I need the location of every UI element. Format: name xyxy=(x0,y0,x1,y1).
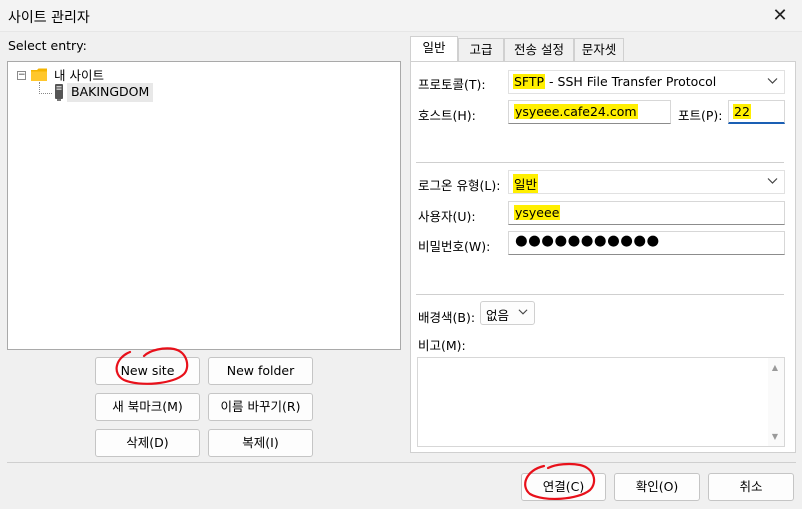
logon-type-select[interactable]: 일반 xyxy=(508,170,785,194)
host-value: ysyeee.cafe24.com xyxy=(514,104,638,119)
protocol-value-rest: - SSH File Transfer Protocol xyxy=(545,74,717,89)
tab-charset[interactable]: 문자셋 xyxy=(574,38,624,62)
tree-root-label[interactable]: 내 사이트 xyxy=(54,65,104,84)
chevron-down-icon xyxy=(518,306,530,320)
port-input[interactable]: 22 xyxy=(728,100,785,124)
bgcolor-label: 배경색(B): xyxy=(418,310,476,325)
chevron-down-icon xyxy=(767,175,779,189)
tab-general[interactable]: 일반 xyxy=(410,36,458,62)
delete-button[interactable]: 삭제(D) xyxy=(95,429,200,457)
user-label: 사용자(U): xyxy=(418,209,476,224)
password-input[interactable]: ●●●●●●●●●●● xyxy=(508,231,785,255)
new-site-button[interactable]: New site xyxy=(95,357,200,385)
protocol-select[interactable]: SFTP - SSH File Transfer Protocol xyxy=(508,70,785,94)
close-icon[interactable]: ✕ xyxy=(768,4,792,28)
bgcolor-value: 없음 xyxy=(486,308,510,323)
user-input[interactable]: ysyeee xyxy=(508,201,785,225)
host-input[interactable]: ysyeee.cafe24.com xyxy=(508,100,671,124)
ok-button[interactable]: 확인(O) xyxy=(614,473,700,501)
cancel-button[interactable]: 취소 xyxy=(708,473,794,501)
rename-button[interactable]: 이름 바꾸기(R) xyxy=(208,393,313,421)
folder-icon xyxy=(31,68,47,81)
comments-label: 비고(M): xyxy=(418,338,466,353)
chevron-down-icon xyxy=(767,75,779,89)
comments-scrollbar[interactable]: ▲ ▼ xyxy=(768,358,784,446)
protocol-label: 프로토콜(T): xyxy=(418,77,486,92)
user-value: ysyeee xyxy=(514,205,561,220)
tab-transfer-settings[interactable]: 전송 설정 xyxy=(504,38,574,62)
tree-item-label: BAKINGDOM xyxy=(71,84,150,99)
title-bar xyxy=(0,0,802,32)
port-label: 포트(P): xyxy=(678,108,723,123)
new-bookmark-button[interactable]: 새 북마크(M) xyxy=(95,393,200,421)
logon-type-value: 일반 xyxy=(513,174,539,193)
tab-advanced[interactable]: 고급 xyxy=(458,38,504,62)
bgcolor-select[interactable]: 없음 xyxy=(480,301,535,325)
footer-separator xyxy=(7,462,796,463)
port-value: 22 xyxy=(733,104,751,119)
password-mask: ●●●●●●●●●●● xyxy=(515,233,660,249)
password-label: 비밀번호(W): xyxy=(418,239,491,254)
select-entry-label: Select entry: xyxy=(8,38,87,53)
scroll-down-icon[interactable]: ▼ xyxy=(770,432,780,442)
server-icon xyxy=(54,84,64,101)
scroll-up-icon[interactable]: ▲ xyxy=(770,363,780,373)
site-tree[interactable]: − 내 사이트 BAKINGDOM xyxy=(7,61,401,350)
comments-textarea[interactable]: ▲ ▼ xyxy=(417,357,785,447)
connect-button[interactable]: 연결(C) xyxy=(521,473,606,501)
tree-item-bakingdom[interactable]: BAKINGDOM xyxy=(67,83,154,102)
logon-type-label: 로그온 유형(L): xyxy=(418,178,501,193)
tree-expander-icon[interactable]: − xyxy=(17,71,26,80)
window-title: 사이트 관리자 xyxy=(8,10,90,26)
protocol-value-sftp: SFTP xyxy=(513,74,546,89)
host-label: 호스트(H): xyxy=(418,108,476,123)
new-folder-button[interactable]: New folder xyxy=(208,357,313,385)
separator-2 xyxy=(416,294,784,295)
duplicate-button[interactable]: 복제(I) xyxy=(208,429,313,457)
tree-connector-h xyxy=(39,93,52,94)
separator-1 xyxy=(416,162,784,163)
